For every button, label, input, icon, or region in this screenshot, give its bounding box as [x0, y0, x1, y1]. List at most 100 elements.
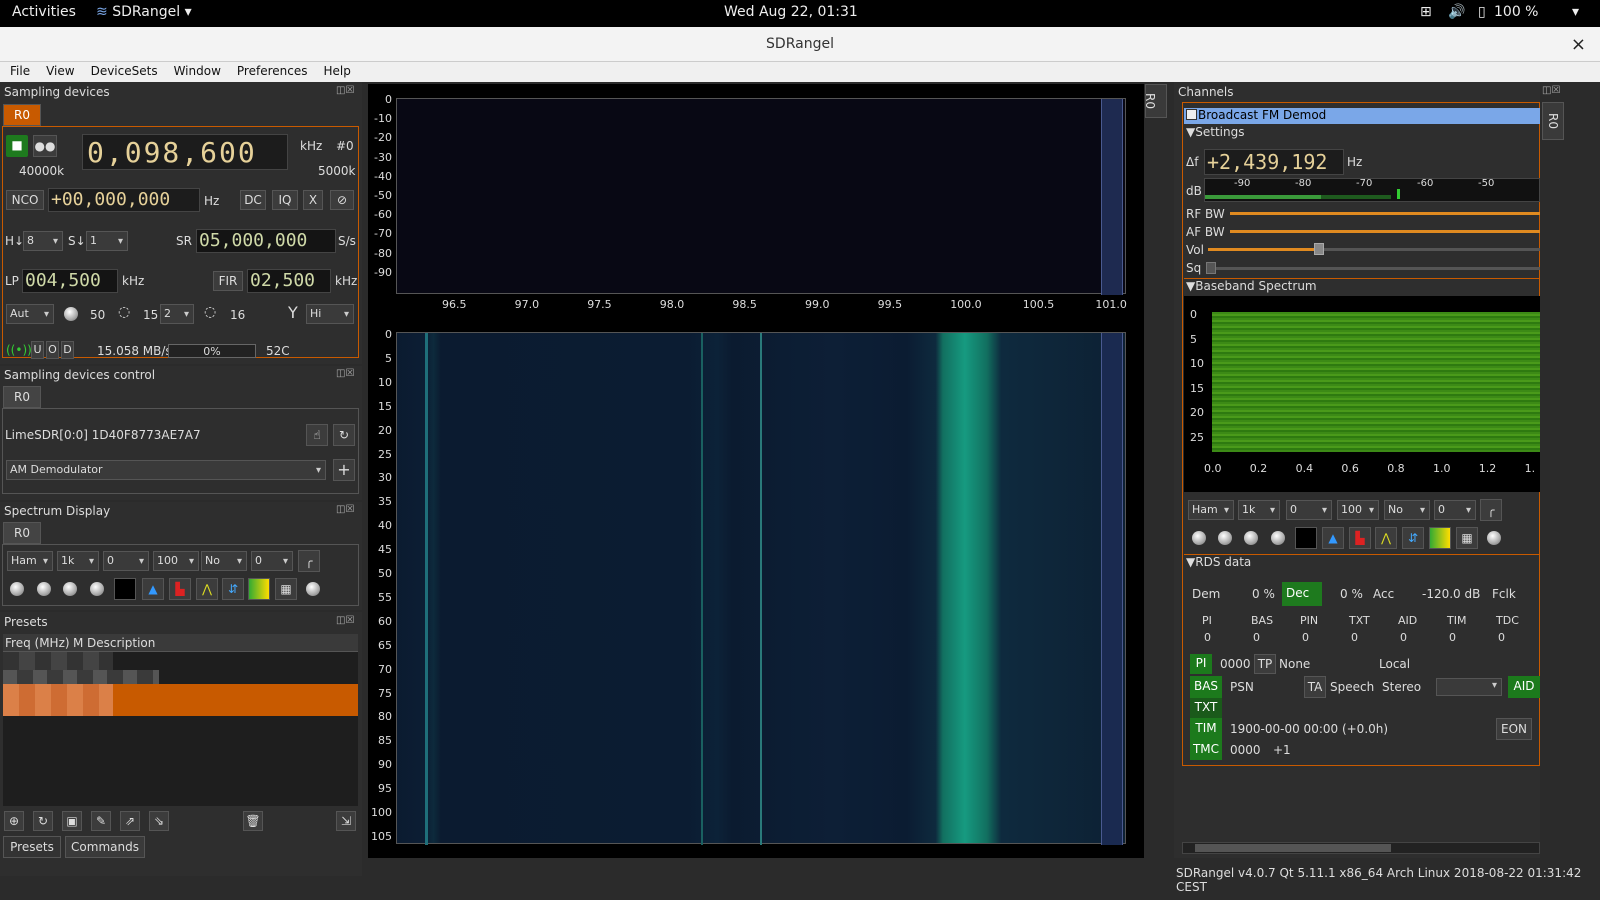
3d-spectrogram-icon[interactable]: [248, 578, 270, 600]
dock-float-close-icon[interactable]: ◫☒: [336, 615, 354, 626]
dock-float-close-icon[interactable]: ◫☒: [336, 85, 354, 96]
col-mode[interactable]: M: [73, 636, 83, 650]
rds-collapse[interactable]: ▼RDS data: [1186, 555, 1251, 569]
pga-dial-icon[interactable]: ◌: [204, 304, 216, 320]
bb-fft-window-select[interactable]: Ham: [1188, 500, 1234, 520]
close-button[interactable]: ×: [1571, 27, 1586, 62]
activities-button[interactable]: Activities: [12, 4, 76, 20]
baseband-waterfall[interactable]: [1212, 312, 1540, 452]
dock-float-close-icon[interactable]: ◫☒: [336, 368, 354, 379]
horizontal-scrollbar[interactable]: [1182, 842, 1540, 854]
iq-button[interactable]: IQ: [272, 190, 298, 210]
nco-dial[interactable]: +00,000,000: [48, 188, 200, 212]
antenna-select[interactable]: Hi: [306, 304, 354, 324]
tab-r0[interactable]: R0: [3, 522, 41, 544]
volume-slider-fill[interactable]: [1208, 248, 1316, 251]
clock[interactable]: Wed Aug 22, 01:31: [724, 4, 858, 20]
menu-view[interactable]: View: [36, 62, 80, 78]
rf-bw-slider[interactable]: [1230, 212, 1540, 215]
link-icon[interactable]: ⊘: [330, 190, 354, 210]
col-freq[interactable]: Freq (MHz): [5, 636, 70, 650]
preset-row-selected[interactable]: [3, 684, 358, 716]
side-tab-r0[interactable]: R0: [1143, 84, 1167, 118]
lna-dial-icon[interactable]: ◌: [118, 304, 130, 320]
lp-dial[interactable]: 004,500: [22, 269, 118, 293]
bb-range-select[interactable]: 100: [1337, 500, 1379, 520]
max-hold-icon[interactable]: ▲: [142, 578, 164, 600]
squelch-slider-handle[interactable]: [1206, 262, 1216, 274]
channels-side-tab-r0[interactable]: R0: [1542, 102, 1564, 140]
gradient-knob[interactable]: [90, 582, 104, 596]
bb-gradient-knob[interactable]: [1271, 531, 1285, 545]
menu-file[interactable]: File: [0, 62, 36, 78]
dock-float-close-icon[interactable]: ◫☒: [336, 504, 354, 515]
start-stop-button[interactable]: ■: [6, 135, 28, 157]
frequency-offset-dial[interactable]: +2,439,192: [1204, 149, 1344, 175]
channel-title-bar[interactable]: Broadcast FM Demod: [1184, 108, 1540, 124]
bb-histogram-icon[interactable]: ▙: [1349, 527, 1371, 549]
bb-waterfall-icon[interactable]: ⇵: [1402, 527, 1424, 549]
import-icon[interactable]: ⇘: [149, 811, 169, 831]
bb-3d-icon[interactable]: [1429, 527, 1451, 549]
grid-intensity-knob[interactable]: [306, 582, 320, 596]
waterfall-plot[interactable]: [396, 332, 1126, 845]
add-channel-button[interactable]: +: [333, 459, 355, 481]
volume-slider-handle[interactable]: [1314, 243, 1324, 255]
clear-spectrum-icon[interactable]: [114, 578, 136, 600]
decimation-select[interactable]: 8: [23, 231, 63, 251]
bb-stroke-knob[interactable]: [1244, 531, 1258, 545]
system-menu-arrow[interactable]: ▾: [1572, 4, 1579, 20]
network-icon[interactable]: ⊞: [1420, 4, 1432, 20]
channel-checkbox[interactable]: [1186, 109, 1197, 120]
af-bw-slider[interactable]: [1230, 230, 1540, 233]
volume-icon[interactable]: 🔊: [1448, 4, 1465, 20]
tab-commands[interactable]: Commands: [65, 836, 145, 858]
gain-knob[interactable]: [64, 307, 78, 321]
linear-icon[interactable]: ╭: [298, 550, 320, 572]
battery-icon[interactable]: ▯: [1478, 4, 1486, 20]
sample-rate-dial[interactable]: 05,000,000: [196, 229, 336, 253]
preset-row[interactable]: [3, 670, 159, 684]
center-frequency-dial[interactable]: 0,098,600: [82, 134, 288, 170]
channel-marker[interactable]: [1101, 99, 1123, 295]
averaging-select[interactable]: 0: [251, 551, 293, 571]
menu-devicesets[interactable]: DeviceSets: [81, 62, 164, 78]
ref-level-select[interactable]: 0: [103, 551, 149, 571]
decay-knob[interactable]: [10, 582, 24, 596]
dc-button[interactable]: DC: [240, 190, 266, 210]
stroke-knob[interactable]: [63, 582, 77, 596]
averaging-mode-select[interactable]: No: [201, 551, 247, 571]
menu-help[interactable]: Help: [313, 62, 356, 78]
bb-avg-mode-select[interactable]: No: [1384, 500, 1430, 520]
squelch-slider-track[interactable]: [1216, 267, 1540, 270]
select-device-icon[interactable]: ☝: [306, 424, 328, 446]
bb-clear-icon[interactable]: [1295, 527, 1317, 549]
menu-preferences[interactable]: Preferences: [227, 62, 314, 78]
x-button[interactable]: X: [303, 190, 323, 210]
record-icon[interactable]: ●●: [33, 135, 57, 157]
export-icon[interactable]: ⇗: [120, 811, 140, 831]
new-preset-icon[interactable]: ⊕: [4, 811, 24, 831]
bb-ref-select[interactable]: 0: [1286, 500, 1332, 520]
spectrum-icon[interactable]: ⋀: [196, 578, 218, 600]
gain-mode-select[interactable]: Aut: [6, 304, 54, 324]
preset-group-row[interactable]: [3, 652, 113, 670]
fft-size-select[interactable]: 1k: [57, 551, 99, 571]
delete-icon[interactable]: 🗑: [243, 811, 263, 831]
spectrum-plot[interactable]: [396, 98, 1126, 295]
grid-icon[interactable]: ▦: [275, 578, 297, 600]
dock-float-close-icon[interactable]: ◫☒: [1542, 85, 1560, 96]
update-preset-icon[interactable]: ↻: [33, 811, 53, 831]
fft-window-select[interactable]: Ham: [7, 551, 53, 571]
bb-fft-size-select[interactable]: 1k: [1238, 500, 1280, 520]
channel-marker[interactable]: [1101, 333, 1123, 845]
bb-decay-knob[interactable]: [1192, 531, 1206, 545]
bb-grid-intensity-knob[interactable]: [1487, 531, 1501, 545]
reload-icon[interactable]: ↻: [333, 424, 355, 446]
tab-r0[interactable]: R0: [3, 104, 41, 126]
decay-divisor-knob[interactable]: [37, 582, 51, 596]
channel-select[interactable]: AM Demodulator: [6, 460, 326, 480]
af-select[interactable]: [1436, 678, 1502, 696]
tia-select[interactable]: 2: [160, 304, 194, 324]
fir-button[interactable]: FIR: [213, 271, 243, 291]
